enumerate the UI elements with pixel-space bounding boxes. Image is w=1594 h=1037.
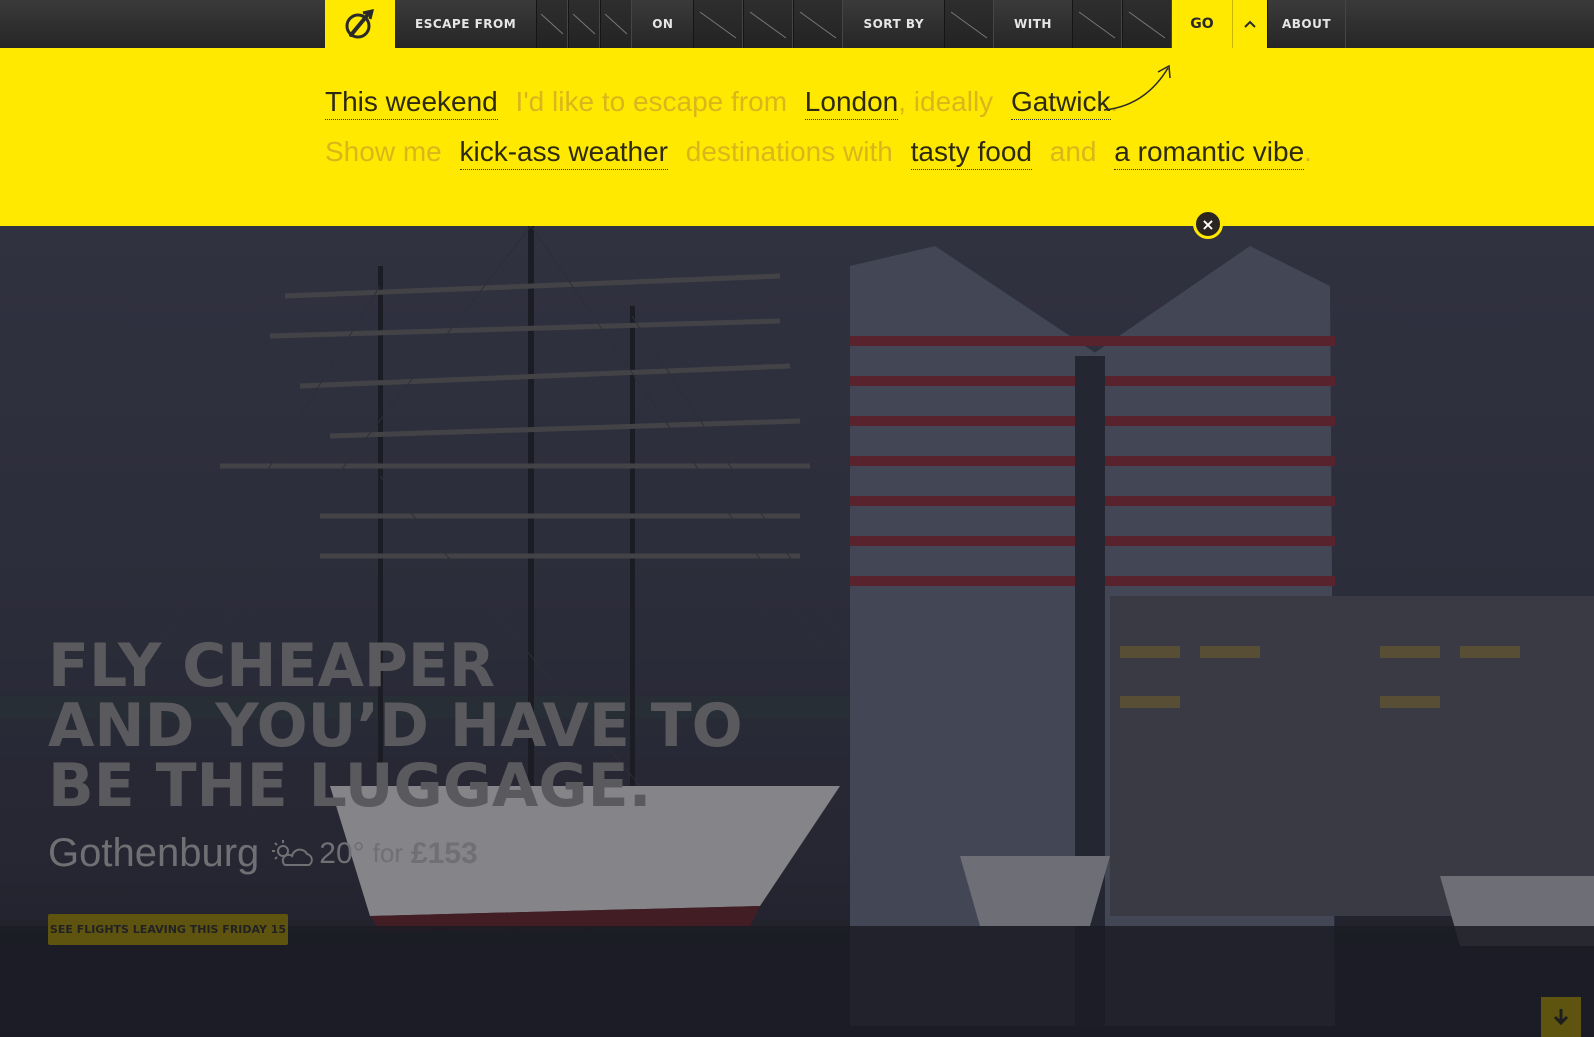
about-link[interactable]: ABOUT [1266,0,1347,48]
date-slot-3[interactable] [793,0,844,48]
sentence-line-2: Show me kick-ass weather destinations wi… [325,136,1312,170]
escape-from-slot-2[interactable] [568,0,601,48]
temperature: 20° [319,836,365,870]
sentence-text: destinations with [685,136,893,167]
sort-by-slot[interactable] [944,0,995,48]
with-slot-1[interactable] [1071,0,1122,48]
tagline-line-3: BE THE LUGGAGE. [48,751,652,821]
with-selector-2[interactable]: a romantic vibe [1114,136,1305,170]
hero-section: FLY CHEAPER AND YOU’D HAVE TO BE THE LUG… [0,226,1594,1037]
chevron-up-icon[interactable] [1232,0,1267,48]
scroll-down-button[interactable] [1541,997,1581,1037]
sentence-text: I'd like to escape from [515,86,788,117]
tagline-line-1: FLY CHEAPER [48,631,496,701]
for-label: for [372,838,403,868]
with-label: WITH [1014,17,1052,31]
date-slot-2[interactable] [743,0,794,48]
top-nav: ESCAPE FROM ON SORT BY WITH GO ABOUT [0,0,1594,49]
close-button[interactable]: × [1193,209,1223,239]
search-sentence-panel: This weekend I'd like to escape from Lon… [0,48,1594,226]
arrow-icon [1103,64,1171,111]
when-selector[interactable]: This weekend [325,86,498,120]
sentence-line-1: This weekend I'd like to escape from Lon… [325,86,1118,120]
sort-selector[interactable]: kick-ass weather [459,136,669,170]
date-slot-1[interactable] [693,0,744,48]
city-selector[interactable]: London [804,86,899,120]
airport-selector[interactable]: Gatwick [1010,86,1111,120]
sentence-text: and [1049,136,1097,167]
destination-name: Gothenburg [48,831,260,875]
arrow-down-icon [1553,1009,1569,1026]
see-flights-button[interactable]: SEE FLIGHTS LEAVING THIS FRIDAY 15 [48,914,288,945]
escape-from-slot-3[interactable] [600,0,633,48]
with-slot-2[interactable] [1121,0,1172,48]
price: £153 [411,836,478,870]
destination-summary: Gothenburg 20° for £153 [48,831,478,876]
sentence-period: . [1304,136,1312,167]
sort-by-label: SORT BY [863,17,925,31]
with-selector-1[interactable]: tasty food [910,136,1032,170]
on-label: ON [652,17,674,31]
sentence-text: , ideally [898,86,994,117]
escape-from-slot-1[interactable] [536,0,569,48]
partly-cloudy-icon [271,839,315,869]
tagline-line-2: AND YOU’D HAVE TO [48,691,743,761]
hero-tagline: FLY CHEAPER AND YOU’D HAVE TO BE THE LUG… [48,636,743,816]
go-button[interactable]: GO [1171,0,1233,48]
sentence-text: Show me [325,136,442,167]
logo-icon[interactable] [325,0,395,48]
escape-from-label: ESCAPE FROM [415,17,517,31]
